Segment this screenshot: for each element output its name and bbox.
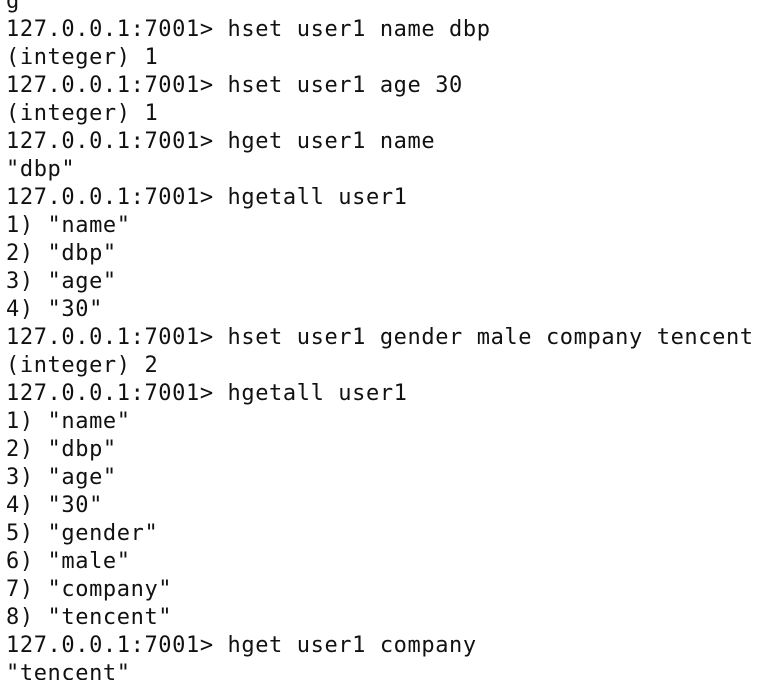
terminal-line-partial: g (6, 0, 20, 14)
terminal-output-line: 3) "age" (6, 269, 117, 294)
terminal-output-line: 4) "30" (6, 297, 103, 322)
terminal-command-line: 127.0.0.1:7001> hgetall user1 (6, 185, 408, 210)
terminal-command-line: 127.0.0.1:7001> hget user1 company (6, 633, 477, 658)
terminal-output-line: 6) "male" (6, 549, 131, 574)
terminal-output-line: 8) "tencent" (6, 605, 173, 630)
terminal-command-line: 127.0.0.1:7001> hget user1 name (6, 129, 436, 154)
terminal-output-line: 1) "name" (6, 409, 131, 434)
terminal-output-line: 3) "age" (6, 465, 117, 490)
terminal-output-line: (integer) 1 (6, 45, 159, 70)
terminal-output-line: 2) "dbp" (6, 241, 117, 266)
terminal-output-line: 7) "company" (6, 577, 173, 602)
terminal-output[interactable]: g 127.0.0.1:7001> hset user1 name dbp (i… (0, 0, 778, 680)
terminal-command-line: 127.0.0.1:7001> hset user1 age 30 (6, 73, 463, 98)
terminal-command-line: 127.0.0.1:7001> hgetall user1 (6, 381, 408, 406)
terminal-output-line: 5) "gender" (6, 521, 159, 546)
terminal-output-line: 1) "name" (6, 213, 131, 238)
terminal-command-line: 127.0.0.1:7001> hset user1 gender male c… (6, 325, 754, 350)
terminal-output-line: 2) "dbp" (6, 437, 117, 462)
terminal-output-line: 4) "30" (6, 493, 103, 518)
terminal-output-line: (integer) 1 (6, 101, 159, 126)
terminal-output-line: (integer) 2 (6, 353, 159, 378)
terminal-output-line: "dbp" (6, 157, 76, 182)
terminal-output-line: "tencent" (6, 661, 131, 680)
terminal-command-line: 127.0.0.1:7001> hset user1 name dbp (6, 17, 491, 42)
